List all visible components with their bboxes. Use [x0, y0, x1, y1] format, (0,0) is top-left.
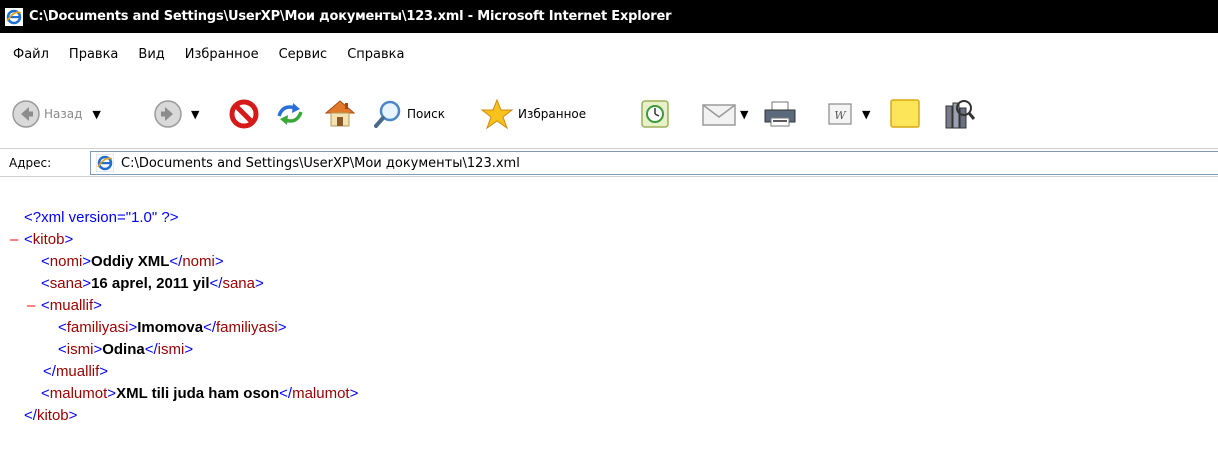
mail-button[interactable]: ▼: [700, 98, 748, 130]
search-button[interactable]: Поиск: [373, 99, 445, 129]
forward-dropdown-icon[interactable]: ▼: [191, 108, 199, 121]
notes-icon: [890, 99, 920, 128]
collapse-kitob[interactable]: –: [10, 229, 18, 251]
research-icon: [945, 100, 976, 129]
address-label: Адрес:: [9, 155, 52, 170]
sana-value: 16 aprel, 2011 yil: [91, 275, 210, 292]
ie-logo-icon: [5, 7, 23, 26]
menu-favorites[interactable]: Избранное: [185, 47, 259, 62]
kitob-close-tag: </kitob>: [24, 407, 78, 424]
familiyasi-value: Imomova: [137, 319, 204, 336]
home-icon: [324, 100, 356, 127]
favorites-label: Избранное: [518, 107, 587, 121]
search-magnifier-icon: [374, 100, 401, 128]
title-bar: C:\Documents and Settings\UserXP\Мои док…: [0, 0, 1218, 33]
muallif-close-tag: </muallif>: [43, 363, 109, 380]
menu-bar: Файл Правка Вид Избранное Сервис Справка: [0, 43, 411, 65]
stop-icon: [229, 99, 259, 129]
menu-file[interactable]: Файл: [13, 47, 49, 62]
ie-page-icon: [96, 154, 114, 172]
ismi-value: Odina: [102, 341, 145, 358]
mail-icon: [702, 104, 736, 126]
back-label: Назад: [44, 107, 83, 121]
mail-dropdown-icon[interactable]: ▼: [740, 108, 748, 121]
address-field[interactable]: C:\Documents and Settings\UserXP\Мои док…: [90, 151, 1218, 175]
notes-button[interactable]: [888, 97, 924, 131]
nomi-value: Oddiy XML: [91, 253, 170, 270]
malumot-element: <malumot>XML tili juda ham oson</malumot…: [41, 385, 359, 402]
favorites-button[interactable]: Избранное: [480, 98, 586, 130]
history-button[interactable]: [640, 99, 670, 129]
history-icon: [641, 100, 669, 128]
back-dropdown-icon[interactable]: ▼: [92, 108, 100, 121]
familiyasi-element: <familiyasi>Imomova</familiyasi>: [58, 319, 287, 336]
search-label: Поиск: [407, 107, 446, 121]
address-value: C:\Documents and Settings\UserXP\Мои док…: [121, 155, 520, 171]
toolbar: Назад ▼ ▼ Поиск Избранное ▼ W ▼: [0, 92, 1218, 136]
nomi-element: <nomi>Oddiy XML</nomi>: [41, 253, 224, 270]
malumot-value: XML tili juda ham oson: [116, 385, 280, 402]
menu-view[interactable]: Вид: [138, 47, 164, 62]
svg-text:W: W: [834, 109, 847, 122]
forward-button[interactable]: ▼: [153, 99, 199, 129]
kitob-open-tag: <kitob>: [24, 231, 74, 248]
window-title: C:\Documents and Settings\UserXP\Мои док…: [29, 9, 672, 24]
menu-edit[interactable]: Правка: [69, 47, 118, 62]
muallif-open-tag: <muallif>: [41, 297, 102, 314]
print-icon: [764, 101, 796, 127]
edit-word-icon: W: [828, 103, 852, 125]
address-bar: Адрес: C:\Documents and Settings\UserXP\…: [0, 148, 1218, 177]
home-button[interactable]: [323, 96, 357, 130]
xml-declaration: <?xml version="1.0" ?>: [24, 209, 179, 226]
stop-button[interactable]: [228, 98, 260, 130]
ismi-element: <ismi>Odina</ismi>: [58, 341, 194, 358]
favorites-star-icon: [480, 98, 514, 130]
sana-element: <sana>16 aprel, 2011 yil</sana>: [41, 275, 264, 292]
collapse-muallif[interactable]: –: [27, 295, 35, 317]
forward-arrow-icon: [154, 100, 182, 128]
back-button[interactable]: Назад ▼: [11, 99, 101, 129]
refresh-button[interactable]: [275, 100, 305, 128]
menu-help[interactable]: Справка: [347, 47, 404, 62]
back-arrow-icon: [12, 100, 40, 128]
research-button[interactable]: [942, 96, 976, 130]
edit-button[interactable]: W ▼: [826, 101, 870, 127]
menu-tools[interactable]: Сервис: [279, 47, 328, 62]
edit-dropdown-icon[interactable]: ▼: [862, 108, 870, 121]
print-button[interactable]: [763, 100, 797, 128]
refresh-icon: [277, 103, 303, 125]
